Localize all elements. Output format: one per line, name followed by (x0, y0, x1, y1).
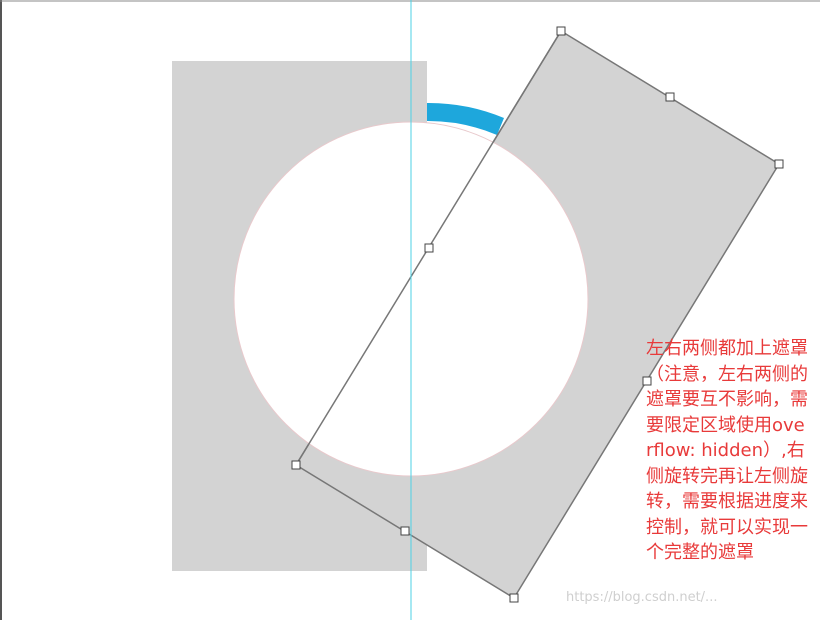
handle-top-right-mid[interactable] (665, 92, 675, 102)
handle-top[interactable] (556, 26, 566, 36)
handle-bottom[interactable] (509, 593, 519, 603)
handle-center[interactable] (424, 243, 434, 253)
annotation-text: 左右两侧都加上遮罩（注意，左右两侧的遮罩要互不影响，需要限定区域使用overfl… (646, 338, 808, 563)
handle-left[interactable] (291, 460, 301, 470)
watermark-text: https://blog.csdn.net/... (566, 590, 718, 605)
handle-right[interactable] (774, 159, 784, 169)
handle-bottom-left-mid[interactable] (400, 526, 410, 536)
